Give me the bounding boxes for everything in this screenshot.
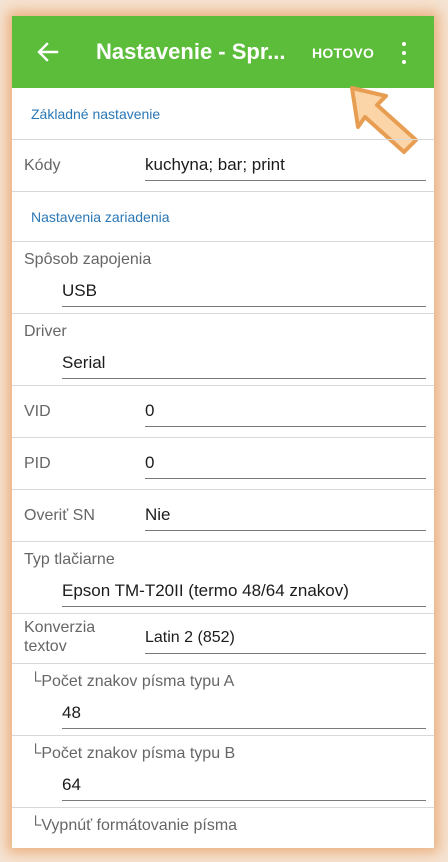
printer-type-field[interactable]: Epson TM-T20II (termo 48/64 znakov): [62, 580, 426, 607]
verify-sn-field[interactable]: Nie: [145, 504, 426, 531]
connection-row[interactable]: Spôsob zapojenia USB: [12, 242, 434, 314]
pid-label: PID: [24, 455, 51, 472]
done-button[interactable]: HOTOVO: [312, 44, 374, 62]
conversion-row[interactable]: Konverzia textov Latin 2 (852): [12, 614, 434, 664]
font-a-chars-label: └Počet znakov písma typu A: [30, 673, 235, 690]
codes-field[interactable]: kuchyna; bar; print: [145, 154, 426, 181]
app-screen: Nastavenie - Spr... HOTOVO Základné nast…: [12, 16, 434, 848]
page-title: Nastavenie - Spr...: [96, 39, 286, 64]
font-b-chars-label: └Počet znakov písma typu B: [30, 745, 236, 762]
font-a-chars-row[interactable]: └Počet znakov písma typu A 48: [12, 664, 434, 736]
more-vertical-icon[interactable]: [396, 42, 412, 64]
connection-label: Spôsob zapojenia: [24, 251, 152, 268]
back-button[interactable]: [32, 36, 64, 68]
connection-field[interactable]: USB: [62, 280, 426, 307]
printer-type-row[interactable]: Typ tlačiarne Epson TM-T20II (termo 48/6…: [12, 542, 434, 614]
font-b-chars-row[interactable]: └Počet znakov písma typu B 64: [12, 736, 434, 808]
driver-field[interactable]: Serial: [62, 352, 426, 379]
pid-row[interactable]: PID 0: [12, 438, 434, 490]
vid-row[interactable]: VID 0: [12, 386, 434, 438]
font-a-chars-field[interactable]: 48: [62, 702, 426, 729]
disable-formatting-label: └Vypnúť formátovanie písma: [30, 817, 238, 834]
conversion-field[interactable]: Latin 2 (852): [145, 627, 426, 654]
codes-row[interactable]: Kódy kuchyna; bar; print: [12, 140, 434, 192]
conversion-label-line1: Konverzia: [24, 619, 96, 636]
section-header-basic: Základné nastavenie: [12, 88, 434, 140]
section-header-device: Nastavenia zariadenia: [12, 192, 434, 242]
arrow-left-icon: [37, 42, 59, 62]
printer-type-label: Typ tlačiarne: [24, 551, 115, 568]
vid-field[interactable]: 0: [145, 400, 426, 427]
font-b-chars-field[interactable]: 64: [62, 774, 426, 801]
vid-label: VID: [24, 403, 51, 420]
app-bar: Nastavenie - Spr... HOTOVO: [12, 16, 434, 88]
conversion-label-line2: textov: [24, 638, 67, 655]
disable-formatting-row[interactable]: └Vypnúť formátovanie písma: [12, 808, 434, 848]
driver-label: Driver: [24, 323, 67, 340]
pid-field[interactable]: 0: [145, 452, 426, 479]
conversion-label: Konverzia textov: [24, 618, 95, 656]
settings-list: Základné nastavenie Kódy kuchyna; bar; p…: [12, 88, 434, 848]
codes-label: Kódy: [24, 157, 61, 174]
verify-sn-row[interactable]: Overiť SN Nie: [12, 490, 434, 542]
verify-sn-label: Overiť SN: [24, 507, 95, 524]
driver-row[interactable]: Driver Serial: [12, 314, 434, 386]
